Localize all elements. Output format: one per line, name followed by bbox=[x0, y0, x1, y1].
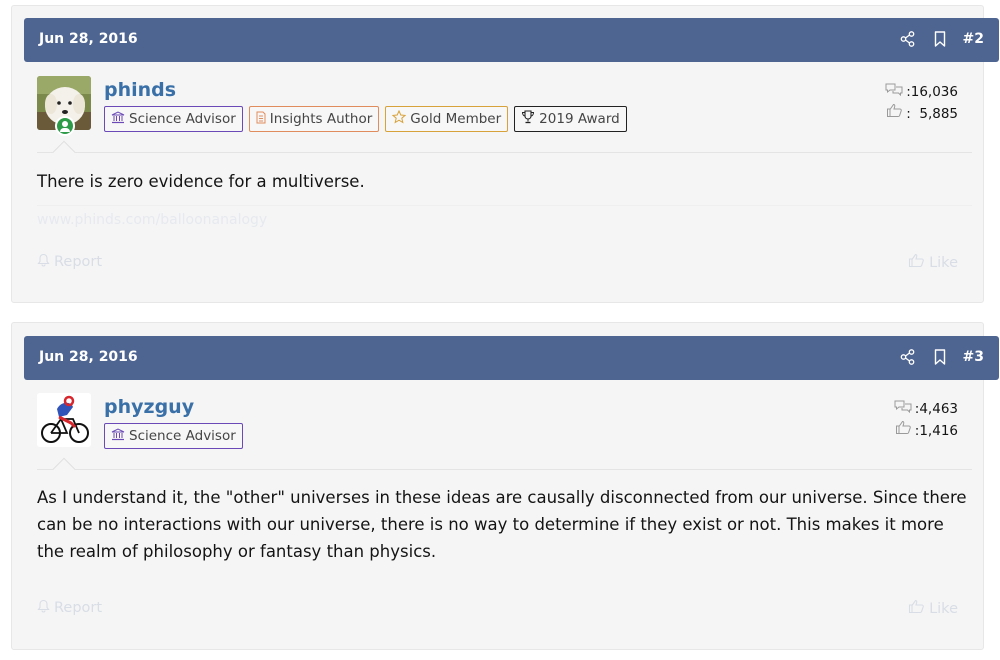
post-3: Jun 28, 2016 #3 phyzguy Science Advisor bbox=[11, 322, 999, 650]
divider bbox=[37, 152, 972, 153]
badge-2019-award[interactable]: 2019 Award bbox=[514, 106, 627, 132]
thumbs-up-icon bbox=[908, 253, 925, 272]
divider-notch bbox=[52, 140, 76, 164]
header-actions: #3 bbox=[899, 346, 984, 368]
header-actions: #2 bbox=[899, 28, 984, 50]
signature-link[interactable]: www.phinds.com/balloonanalogy bbox=[37, 212, 267, 228]
post-body: As I understand it, the "other" universe… bbox=[37, 488, 967, 561]
avatar[interactable] bbox=[37, 393, 91, 447]
messages-icon bbox=[884, 81, 904, 103]
likes-count: : 5,885 bbox=[906, 106, 958, 122]
divider bbox=[37, 469, 972, 470]
institution-icon bbox=[111, 427, 125, 445]
badge-science-advisor[interactable]: Science Advisor bbox=[104, 106, 243, 132]
badge-science-advisor[interactable]: Science Advisor bbox=[104, 423, 243, 449]
username[interactable]: phyzguy bbox=[104, 396, 194, 418]
post-header: Jun 28, 2016 #2 bbox=[24, 18, 999, 62]
badge-gold-member[interactable]: Gold Member bbox=[385, 106, 509, 132]
username[interactable]: phinds bbox=[104, 79, 176, 101]
report-button[interactable]: Report bbox=[37, 599, 102, 617]
messages-count: :4,463 bbox=[914, 401, 958, 417]
post-2: Jun 28, 2016 #2 phinds Science Advisor I… bbox=[11, 5, 999, 303]
post-date[interactable]: Jun 28, 2016 bbox=[39, 31, 138, 47]
document-icon bbox=[256, 111, 266, 128]
user-stats: :4,463 :1,416 bbox=[893, 398, 958, 442]
post-date[interactable]: Jun 28, 2016 bbox=[39, 349, 138, 365]
messages-count: :16,036 bbox=[906, 84, 958, 100]
report-label: Report bbox=[54, 254, 103, 270]
like-label: Like bbox=[929, 254, 958, 271]
likes-stat: :1,416 bbox=[893, 420, 958, 442]
badge-insights-author[interactable]: Insights Author bbox=[248, 106, 380, 132]
trophy-icon bbox=[521, 110, 535, 128]
report-label: Report bbox=[54, 600, 103, 616]
online-status-icon bbox=[55, 116, 75, 136]
badge-label: Insights Author bbox=[269, 111, 373, 127]
likes-icon bbox=[895, 420, 913, 442]
like-label: Like bbox=[929, 600, 958, 617]
post-number[interactable]: #3 bbox=[963, 349, 984, 365]
user-stats: :16,036 : 5,885 bbox=[884, 81, 958, 125]
likes-stat: : 5,885 bbox=[884, 103, 958, 125]
thumbs-up-icon bbox=[908, 599, 925, 618]
badge-label: Science Advisor bbox=[129, 428, 236, 444]
signature-divider bbox=[37, 205, 972, 206]
badge-label: Gold Member bbox=[410, 111, 502, 127]
likes-count: :1,416 bbox=[914, 423, 958, 439]
star-icon bbox=[392, 109, 407, 128]
post-number[interactable]: #2 bbox=[963, 31, 984, 47]
share-icon[interactable] bbox=[899, 28, 917, 50]
bell-icon bbox=[37, 599, 50, 617]
report-button[interactable]: Report bbox=[37, 253, 102, 271]
post-body: There is zero evidence for a multiverse. bbox=[37, 172, 365, 191]
likes-icon bbox=[886, 103, 904, 125]
like-button[interactable]: Like bbox=[908, 599, 958, 618]
user-badges: Science Advisor bbox=[104, 423, 243, 449]
bookmark-icon[interactable] bbox=[931, 346, 949, 368]
bookmark-icon[interactable] bbox=[931, 28, 949, 50]
user-badges: Science Advisor Insights Author Gold Mem… bbox=[104, 106, 627, 132]
messages-stat: :4,463 bbox=[893, 398, 958, 420]
messages-icon bbox=[893, 398, 913, 420]
bell-icon bbox=[37, 253, 50, 271]
badge-label: 2019 Award bbox=[539, 111, 620, 127]
divider-notch bbox=[52, 457, 76, 481]
like-button[interactable]: Like bbox=[908, 253, 958, 272]
messages-stat: :16,036 bbox=[884, 81, 958, 103]
share-icon[interactable] bbox=[899, 346, 917, 368]
post-header: Jun 28, 2016 #3 bbox=[24, 336, 999, 380]
badge-label: Science Advisor bbox=[129, 111, 236, 127]
institution-icon bbox=[111, 110, 125, 128]
